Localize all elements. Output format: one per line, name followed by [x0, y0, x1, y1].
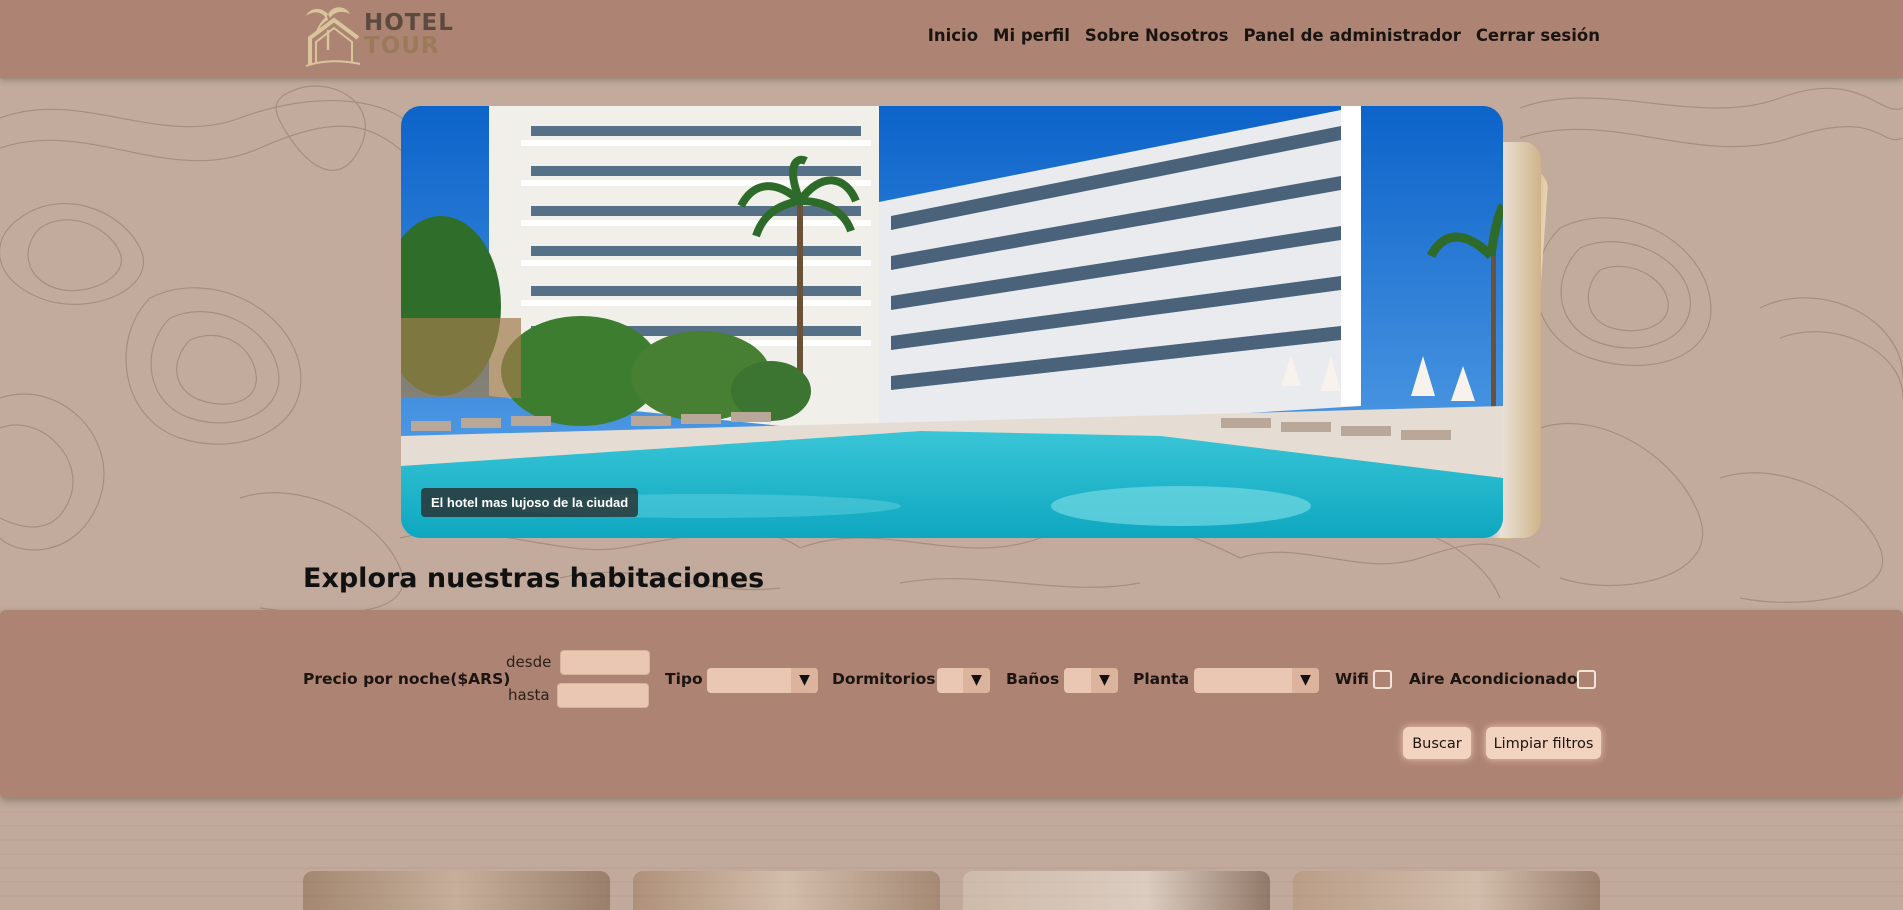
bathrooms-select[interactable]: ▼	[1064, 668, 1118, 693]
nav-inicio[interactable]: Inicio	[928, 26, 978, 45]
nav-sobre-nosotros[interactable]: Sobre Nosotros	[1085, 26, 1229, 45]
price-to-label: hasta	[508, 686, 550, 704]
room-cards-row	[303, 871, 1600, 910]
type-select[interactable]: ▼	[707, 668, 818, 693]
nav-mi-perfil[interactable]: Mi perfil	[993, 26, 1070, 45]
wifi-checkbox[interactable]	[1373, 670, 1392, 689]
room-card[interactable]	[963, 871, 1270, 910]
room-card[interactable]	[303, 871, 610, 910]
floor-select[interactable]: ▼	[1194, 668, 1319, 693]
chevron-down-icon: ▼	[791, 668, 818, 693]
hotel-pool-image	[401, 106, 1503, 538]
palm-house-icon	[305, 7, 361, 67]
bathrooms-label: Baños	[1006, 670, 1060, 688]
section-title: Explora nuestras habitaciones	[303, 563, 765, 594]
hotel-tour-logo[interactable]: HOTEL TOUR	[298, 0, 458, 72]
room-filters-panel: Precio por noche($ARS) desde hasta Tipo …	[0, 610, 1903, 798]
nav-cerrar-sesion[interactable]: Cerrar sesión	[1476, 26, 1600, 45]
nav-panel-administrador[interactable]: Panel de administrador	[1244, 26, 1461, 45]
wifi-label: Wifi	[1335, 670, 1369, 688]
floor-label: Planta	[1133, 670, 1190, 688]
hotel-carousel[interactable]: El hotel mas lujoso de la ciudad	[401, 106, 1549, 541]
top-navbar: HOTEL TOUR Inicio Mi perfil Sobre Nosotr…	[0, 0, 1903, 78]
chevron-down-icon: ▼	[1292, 668, 1319, 693]
search-button[interactable]: Buscar	[1403, 727, 1471, 759]
bedrooms-select[interactable]: ▼	[937, 668, 990, 693]
price-label: Precio por noche($ARS)	[303, 670, 511, 688]
room-card[interactable]	[633, 871, 940, 910]
main-nav: Inicio Mi perfil Sobre Nosotros Panel de…	[928, 26, 1600, 45]
ac-checkbox[interactable]	[1577, 670, 1596, 689]
clear-filters-button[interactable]: Limpiar filtros	[1486, 727, 1601, 759]
logo-text: HOTEL TOUR	[364, 10, 454, 59]
chevron-down-icon: ▼	[1091, 668, 1118, 693]
type-label: Tipo	[665, 670, 703, 688]
bedrooms-label: Dormitorios	[832, 670, 936, 688]
price-from-label: desde	[506, 653, 552, 671]
room-card[interactable]	[1293, 871, 1600, 910]
price-to-input[interactable]	[557, 683, 649, 708]
ac-label: Aire Acondicionado	[1409, 670, 1578, 688]
carousel-main-slide[interactable]: El hotel mas lujoso de la ciudad	[401, 106, 1503, 538]
chevron-down-icon: ▼	[963, 668, 990, 693]
carousel-caption: El hotel mas lujoso de la ciudad	[421, 488, 639, 517]
price-from-input[interactable]	[560, 650, 650, 675]
